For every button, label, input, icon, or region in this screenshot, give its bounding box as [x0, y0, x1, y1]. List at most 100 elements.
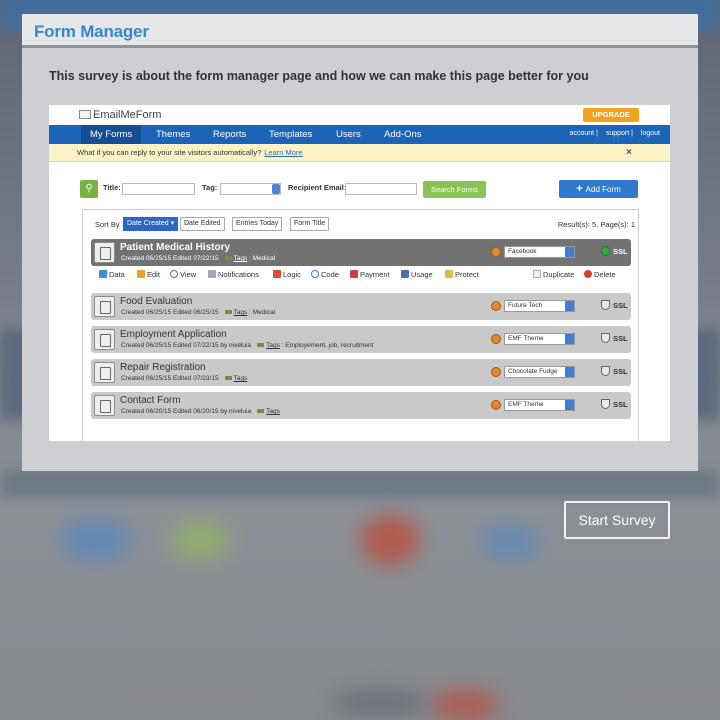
sort-form-title: Form Title — [290, 217, 330, 231]
account-link: account — [569, 130, 595, 137]
code-icon — [311, 270, 319, 278]
tag-icon — [257, 409, 265, 413]
ssl-status: SSL — [601, 366, 628, 376]
search-icon: ⚲ — [80, 180, 98, 198]
start-survey-button[interactable]: Start Survey — [564, 501, 670, 539]
account-links: account | support | logout — [569, 130, 660, 137]
shield-icon — [601, 300, 610, 310]
action-logic: Logic — [273, 270, 301, 279]
theme-select: EMF Theme — [504, 399, 575, 411]
ssl-status: SSL — [601, 246, 628, 256]
action-delete: Delete — [584, 270, 616, 279]
theme-select: EMF Theme — [504, 333, 575, 345]
recipient-email-label: Recipient Email: — [288, 183, 347, 192]
chevron-down-icon — [565, 247, 574, 257]
form-row: Food Evaluation Created 06/25/15 Edited … — [91, 293, 631, 320]
search-forms-button: Search Forms — [423, 181, 486, 198]
tag-icon — [257, 343, 265, 347]
logout-link: logout — [640, 130, 660, 137]
form-icon — [94, 329, 115, 350]
action-data: Data — [99, 270, 125, 279]
notice-text: What if you can reply to your site visit… — [77, 148, 262, 157]
ssl-status: SSL — [601, 399, 628, 409]
nav-templates: Templates — [269, 129, 313, 140]
survey-modal: Form Manager This survey is about the fo… — [22, 14, 698, 471]
theme-palette-icon — [491, 247, 501, 257]
action-payment: Payment — [350, 270, 390, 279]
sort-by-label: Sort By — [95, 220, 120, 229]
chevron-down-icon — [565, 367, 574, 377]
form-meta: Created 06/20/15 Edited 06/20/15 by nive… — [121, 408, 280, 415]
notice-bar: What if you can reply to your site visit… — [49, 144, 670, 162]
form-icon — [94, 296, 115, 317]
tag-label: Tag: — [202, 183, 218, 192]
action-duplicate: Duplicate — [533, 270, 574, 279]
theme-palette-icon — [491, 367, 501, 377]
chevron-down-icon — [565, 301, 574, 311]
action-code: Code — [311, 270, 339, 279]
form-meta: Created 06/25/15 Edited 07/22/15 by nive… — [121, 342, 374, 349]
chevron-down-icon — [565, 334, 574, 344]
tag-icon — [224, 256, 232, 260]
survey-description: This survey is about the form manager pa… — [49, 69, 589, 83]
action-view: View — [170, 270, 196, 279]
chevron-down-icon — [272, 184, 280, 194]
lock-icon — [445, 270, 453, 278]
add-form-button: + Add Form — [559, 180, 638, 198]
upgrade-button: UPGRADE — [583, 108, 639, 122]
payment-icon — [350, 270, 358, 278]
form-meta: Created 06/25/15 Edited 07/23/15 Tags — [121, 375, 248, 382]
form-icon — [94, 395, 115, 416]
form-title: Patient Medical History — [120, 242, 231, 253]
theme-select: Future Tech — [504, 300, 575, 312]
app-navbar: My Forms Themes Reports Templates Users … — [49, 125, 670, 144]
check-icon — [601, 246, 610, 256]
sort-bar: Sort By Date Created ▾ Date Edited Entri… — [95, 216, 635, 232]
shield-icon — [601, 399, 610, 409]
learn-more-link: Learn More — [264, 148, 303, 157]
action-notifications: Notifications — [208, 270, 259, 279]
app-topbar: EmailMeForm UPGRADE — [49, 105, 670, 125]
form-meta: Created 06/25/15 Edited 06/25/15 Tags : M… — [121, 309, 276, 316]
modal-title: Form Manager — [34, 22, 149, 41]
form-icon — [94, 362, 115, 383]
tag-icon — [224, 376, 232, 380]
form-manager-screenshot: EmailMeForm UPGRADE My Forms Themes Repo… — [49, 105, 670, 441]
form-title: Food Evaluation — [120, 296, 193, 307]
title-label: Title: — [103, 183, 121, 192]
result-count: Result(s): 5, Page(s): 1 — [557, 220, 635, 229]
form-actions-bar: Data Edit View Notifications Logic Code … — [91, 266, 631, 286]
save-icon — [99, 270, 107, 278]
envelope-icon — [79, 110, 91, 119]
sort-date-created: Date Created ▾ — [123, 217, 179, 231]
chevron-down-icon — [565, 400, 574, 410]
form-title: Repair Registration — [120, 362, 206, 373]
tag-icon — [224, 310, 232, 314]
nav-users: Users — [336, 129, 361, 140]
shield-icon — [601, 366, 610, 376]
action-usage: Usage — [401, 270, 433, 279]
form-title: Contact Form — [120, 395, 181, 406]
form-row: Patient Medical History Created 06/25/15… — [91, 239, 631, 266]
nav-add-ons: Add-Ons — [384, 129, 422, 140]
pencil-icon — [137, 270, 145, 278]
mail-icon — [208, 270, 216, 278]
theme-select: Facebook — [504, 246, 575, 258]
action-protect: Protect — [445, 270, 479, 279]
support-link: support — [605, 130, 630, 137]
nav-my-forms: My Forms — [81, 125, 142, 144]
plus-icon: + — [576, 183, 583, 195]
sort-entries-today: Entries Today — [232, 217, 283, 231]
shield-icon — [601, 333, 610, 343]
action-edit: Edit — [137, 270, 160, 279]
theme-palette-icon — [491, 400, 501, 410]
copy-icon — [533, 270, 541, 278]
search-bar: ⚲ Title: Tag: Recipient Email: Search Fo… — [80, 180, 486, 198]
nav-themes: Themes — [156, 129, 191, 140]
close-icon: × — [626, 147, 632, 158]
recipient-email-input — [345, 183, 417, 195]
forms-list: Sort By Date Created ▾ Date Edited Entri… — [82, 209, 639, 441]
ssl-status: SSL — [601, 333, 628, 343]
logic-icon — [273, 270, 281, 278]
bar-chart-icon — [401, 270, 409, 278]
